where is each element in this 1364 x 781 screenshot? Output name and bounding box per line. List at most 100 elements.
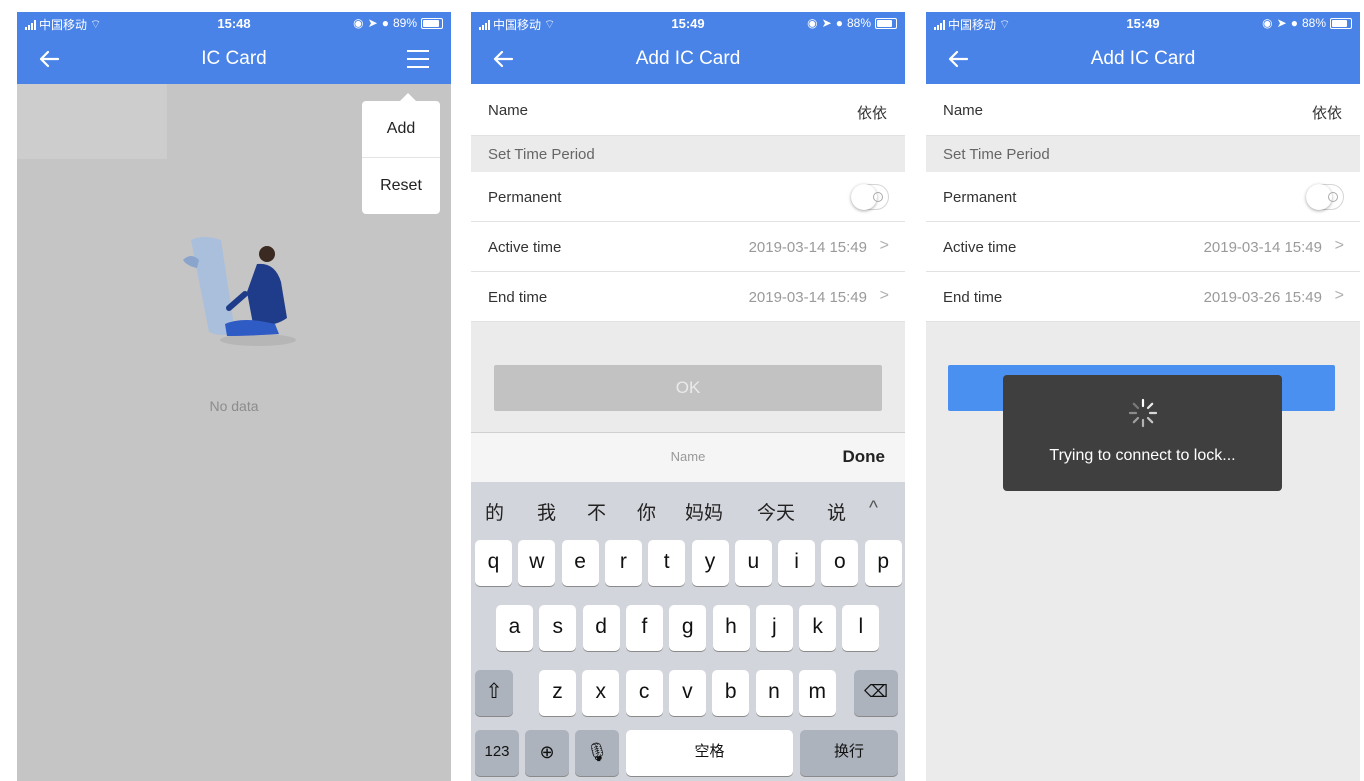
- active-time-row[interactable]: Active time 2019-03-14 15:49 >: [926, 222, 1360, 272]
- background-placeholder: [17, 84, 167, 159]
- key-i[interactable]: i: [778, 540, 816, 586]
- shift-key-icon[interactable]: ⇧: [475, 670, 513, 716]
- active-time-value: 2019-03-14 15:49: [748, 239, 867, 256]
- empty-state-text: No data: [209, 398, 259, 414]
- key-h[interactable]: h: [712, 605, 750, 651]
- candidate-item[interactable]: 不: [587, 498, 606, 525]
- key-g[interactable]: g: [669, 605, 707, 651]
- expand-candidates-icon[interactable]: ^: [869, 498, 878, 520]
- keyboard-toolbar: Name Done: [471, 432, 905, 483]
- key-s[interactable]: s: [539, 605, 577, 651]
- empty-illustration: [183, 237, 296, 346]
- lock-rotation-icon: ◉: [1262, 16, 1273, 30]
- battery-icon: [421, 17, 443, 29]
- dropdown-menu: Add Reset: [362, 93, 440, 214]
- space-key[interactable]: 空格: [626, 730, 793, 776]
- name-value[interactable]: 依依: [1312, 102, 1342, 123]
- end-time-row[interactable]: End time 2019-03-26 15:49 >: [926, 272, 1360, 322]
- loading-toast: Trying to connect to lock...: [1003, 375, 1282, 491]
- key-f[interactable]: f: [625, 605, 663, 651]
- key-k[interactable]: k: [799, 605, 837, 651]
- toast-message: Trying to connect to lock...: [1049, 447, 1236, 464]
- battery-icon: [875, 17, 897, 29]
- section-title: Set Time Period: [488, 146, 595, 163]
- chevron-right-icon: >: [1334, 237, 1344, 254]
- key-r[interactable]: r: [604, 540, 642, 586]
- name-label: Name: [943, 102, 984, 119]
- key-l[interactable]: l: [842, 605, 880, 651]
- candidate-item[interactable]: 妈妈: [685, 498, 723, 525]
- menu-item-reset[interactable]: Reset: [362, 157, 440, 214]
- permanent-toggle[interactable]: [851, 184, 889, 210]
- menu-item-add[interactable]: Add: [362, 101, 440, 157]
- candidate-item[interactable]: 今天: [757, 498, 795, 525]
- key-c[interactable]: c: [625, 670, 663, 716]
- end-time-label: End time: [943, 289, 1003, 306]
- active-time-row[interactable]: Active time 2019-03-14 15:49 >: [471, 222, 905, 272]
- backspace-key-icon[interactable]: ⌫: [854, 670, 898, 716]
- nav-bar: 中国移动 ⌔ 15:49 ◉ ➤ ● 88% Add IC Card: [926, 12, 1360, 84]
- permanent-label: Permanent: [488, 189, 562, 206]
- menu-icon[interactable]: [407, 50, 429, 68]
- key-n[interactable]: n: [755, 670, 793, 716]
- location-icon: ➤: [821, 16, 832, 30]
- key-q[interactable]: q: [475, 540, 512, 586]
- end-time-row[interactable]: End time 2019-03-14 15:49 >: [471, 272, 905, 322]
- globe-icon[interactable]: ⊕: [525, 730, 569, 776]
- chevron-right-icon: >: [879, 237, 889, 254]
- microphone-icon[interactable]: 🎙: [575, 730, 619, 776]
- active-time-label: Active time: [488, 239, 562, 256]
- key-t[interactable]: t: [648, 540, 686, 586]
- battery-percent: 88%: [846, 16, 871, 30]
- key-x[interactable]: x: [582, 670, 620, 716]
- page-title: Add IC Card: [635, 48, 741, 69]
- candidate-item[interactable]: 的: [485, 498, 504, 525]
- key-e[interactable]: e: [561, 540, 599, 586]
- lock-rotation-icon: ◉: [807, 16, 818, 30]
- key-o[interactable]: o: [821, 540, 859, 586]
- return-key[interactable]: 换行: [800, 730, 898, 776]
- candidate-item[interactable]: 说: [827, 498, 846, 525]
- numbers-key[interactable]: 123: [475, 730, 519, 776]
- key-d[interactable]: d: [582, 605, 620, 651]
- keyboard: 的 我 不 你 妈妈 今天 说 ^ qwertyuiop asdfghjkl zxc…: [471, 482, 905, 781]
- end-time-label: End time: [488, 289, 548, 306]
- candidate-item[interactable]: 我: [537, 498, 556, 525]
- permanent-toggle[interactable]: [1306, 184, 1344, 210]
- permanent-row: Permanent: [926, 172, 1360, 222]
- key-p[interactable]: p: [864, 540, 902, 586]
- ok-button[interactable]: OK: [494, 365, 882, 411]
- lock-rotation-icon: ◉: [353, 16, 364, 30]
- key-a[interactable]: a: [496, 605, 533, 651]
- key-w[interactable]: w: [518, 540, 556, 586]
- name-row[interactable]: Name 依依: [926, 84, 1360, 136]
- active-time-label: Active time: [943, 239, 1017, 256]
- done-button[interactable]: Done: [843, 447, 886, 467]
- battery-icon: [1330, 17, 1352, 29]
- name-row[interactable]: Name 依依: [471, 84, 905, 136]
- name-label: Name: [488, 102, 529, 119]
- candidate-bar: 的 我 不 你 妈妈 今天 说 ^: [471, 482, 905, 534]
- chevron-right-icon: >: [879, 287, 889, 304]
- screen-add-ic-card-keyboard: 中国移动 ⌔ 15:49 ◉ ➤ ● 88% Add IC Card Name …: [471, 12, 905, 781]
- nav-bar: 中国移动 ⌔ 15:49 ◉ ➤ ● 88% Add IC Card: [471, 12, 905, 84]
- battery-percent: 88%: [1301, 16, 1326, 30]
- permanent-row: Permanent: [471, 172, 905, 222]
- name-value[interactable]: 依依: [857, 102, 887, 123]
- key-m[interactable]: m: [798, 670, 836, 716]
- page-title: Add IC Card: [1090, 48, 1196, 69]
- end-time-value: 2019-03-14 15:49: [748, 289, 867, 306]
- candidate-item[interactable]: 你: [637, 498, 656, 525]
- end-time-value: 2019-03-26 15:49: [1203, 289, 1322, 306]
- key-z[interactable]: z: [539, 670, 576, 716]
- key-y[interactable]: y: [691, 540, 729, 586]
- status-bar: 中国移动 ⌔ 15:48 ◉ ➤ ● 89%: [17, 12, 451, 34]
- key-v[interactable]: v: [668, 670, 706, 716]
- nav-bar: 中国移动 ⌔ 15:48 ◉ ➤ ● 89% IC Card: [17, 12, 451, 84]
- screen-ic-card-list: 中国移动 ⌔ 15:48 ◉ ➤ ● 89% IC Card Add Reset…: [17, 12, 451, 781]
- key-u[interactable]: u: [734, 540, 772, 586]
- key-j[interactable]: j: [755, 605, 793, 651]
- key-b[interactable]: b: [712, 670, 750, 716]
- alarm-icon: ●: [381, 16, 389, 30]
- page-title: IC Card: [201, 48, 267, 69]
